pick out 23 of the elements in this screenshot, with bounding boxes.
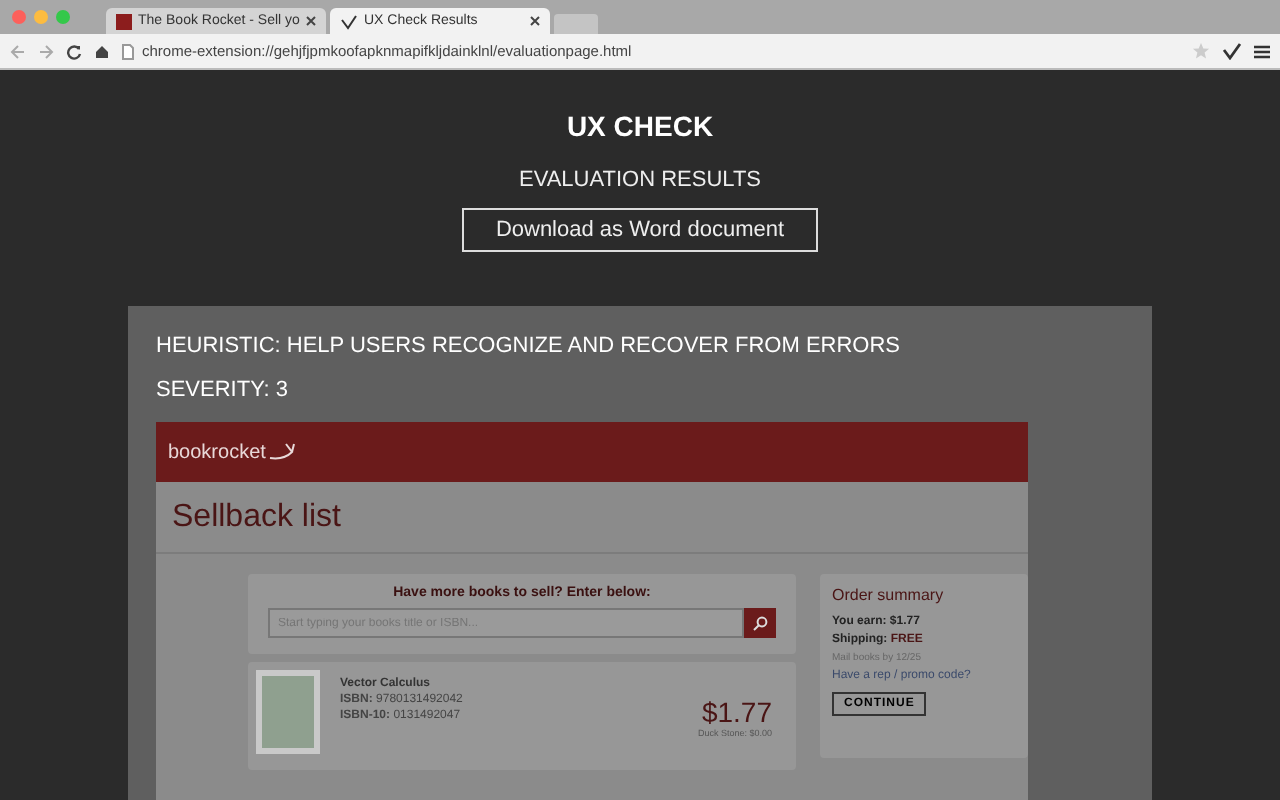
favicon-icon	[116, 13, 132, 29]
search-icon	[752, 615, 768, 631]
book-cover	[256, 670, 320, 754]
site-page-title: Sellback list	[156, 482, 1028, 554]
reload-icon[interactable]	[66, 43, 82, 59]
order-summary-title: Order summary	[832, 586, 946, 604]
page-title: UX CHECK	[566, 110, 714, 142]
home-icon[interactable]	[94, 43, 110, 59]
menu-icon[interactable]	[1254, 43, 1270, 59]
site-logo: bookrocket	[168, 441, 266, 463]
heuristic-text: HEURISTIC: HELP USERS RECOGNIZE AND RECOVER FROM ERRORS	[156, 334, 903, 358]
search-button[interactable]	[744, 608, 776, 638]
book-price: $1.77	[701, 695, 772, 727]
severity-text: SEVERITY: 3	[156, 378, 291, 402]
page-subtitle: EVALUATION RESULTS	[518, 168, 762, 192]
download-button[interactable]: Download as Word document	[461, 208, 819, 252]
page-icon	[122, 43, 134, 59]
rocket-swoosh-icon	[267, 442, 296, 462]
star-icon[interactable]	[1192, 42, 1210, 60]
close-tab-icon[interactable]	[306, 16, 316, 26]
checkmark-icon	[340, 13, 358, 29]
checkmark-icon[interactable]	[1222, 42, 1242, 60]
close-tab-icon[interactable]	[530, 16, 540, 26]
